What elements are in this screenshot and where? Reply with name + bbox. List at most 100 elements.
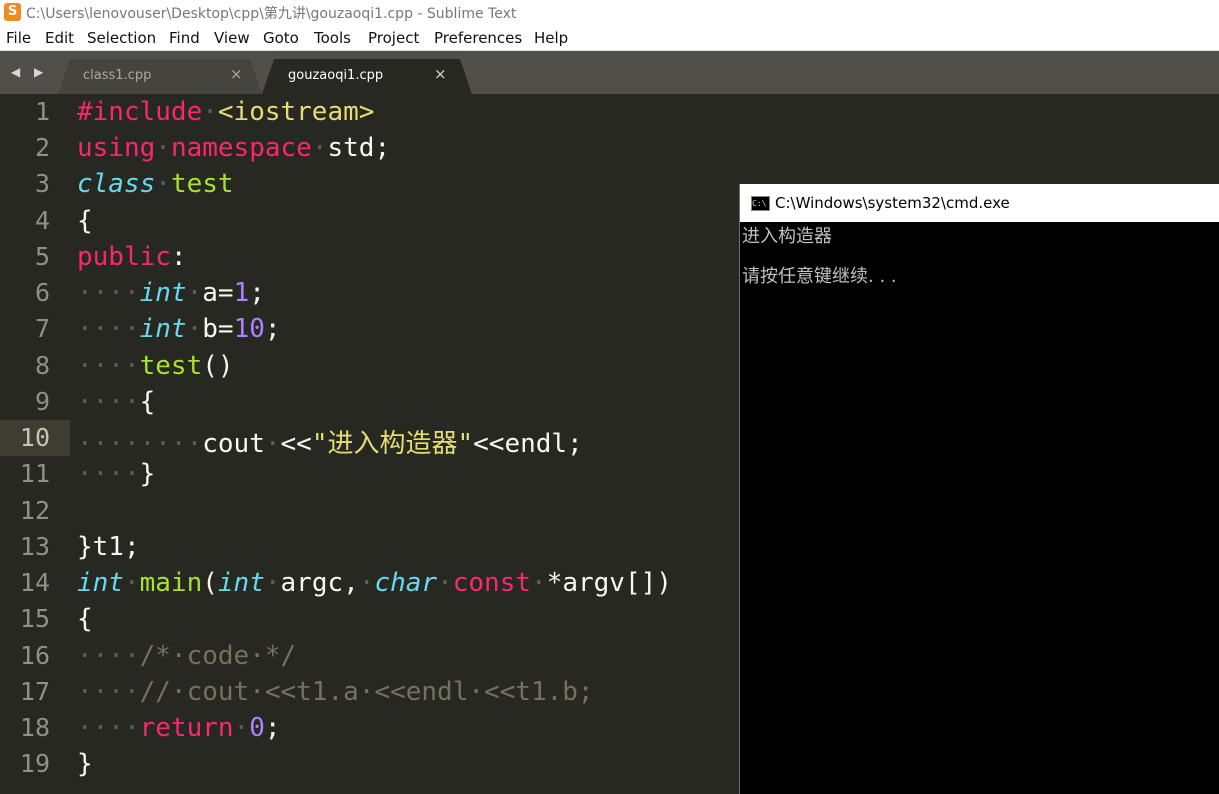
code-text: ········cout·<<"进入构造器"<<endl; <box>77 429 583 459</box>
terminal-icon: C:\ <box>751 196 770 211</box>
line-number: 14 <box>19 568 50 597</box>
gutter: 12 <box>0 493 70 529</box>
tab-nav-arrows-icon[interactable]: ◀ ▶ <box>11 65 48 79</box>
code-text: class·test <box>77 169 234 199</box>
menu-bar: File Edit Selection Find View Goto Tools… <box>0 25 1219 51</box>
gutter: 5 <box>0 239 70 275</box>
line-number: 16 <box>19 641 50 670</box>
code-line: 4 { <box>0 203 740 239</box>
code-text: int·main(int·argc,·char·const·*argv[]) <box>77 568 672 598</box>
sublime-text-icon: S <box>4 3 21 21</box>
menu-goto[interactable]: Goto <box>263 29 299 47</box>
code-text: using·namespace·std; <box>77 133 391 163</box>
line-number: 11 <box>19 459 50 488</box>
gutter: 3 <box>0 166 70 202</box>
code-line: 19 } <box>0 746 740 782</box>
gutter: 18 <box>0 710 70 746</box>
line-number: 9 <box>34 387 50 416</box>
menu-selection[interactable]: Selection <box>87 29 156 47</box>
line-number: 3 <box>34 169 50 198</box>
code-text: ····int·b=10; <box>77 314 281 344</box>
code-line: 17 ····//·cout·<<t1.a·<<endl·<<t1.b; <box>0 674 740 710</box>
line-number: 18 <box>19 713 50 742</box>
code-line: 13 }t1; <box>0 529 740 565</box>
tab-label: gouzaoqi1.cpp <box>288 68 384 83</box>
code-text: ····//·cout·<<t1.a·<<endl·<<t1.b; <box>77 677 594 707</box>
menu-view[interactable]: View <box>214 29 250 47</box>
line-number: 17 <box>19 677 50 706</box>
window-titlebar: S C:\Users\lenovouser\Desktop\cpp\第九讲\go… <box>0 0 1219 25</box>
code-text: ····} <box>77 459 156 489</box>
code-text: ····{ <box>77 387 156 417</box>
code-line: 15 { <box>0 601 740 637</box>
console-output-line: 请按任意键继续. . . <box>742 266 897 287</box>
menu-project[interactable]: Project <box>368 29 419 47</box>
code-text: public: <box>77 242 187 272</box>
close-icon[interactable]: × <box>230 65 243 83</box>
tab-bar: ◀ ▶ class1.cpp × gouzaoqi1.cpp × <box>0 51 1219 94</box>
menu-tools[interactable]: Tools <box>314 29 351 47</box>
menu-find[interactable]: Find <box>169 29 200 47</box>
gutter: 17 <box>0 674 70 710</box>
code-text: }t1; <box>77 532 140 562</box>
code-text: #include·<iostream> <box>77 97 375 127</box>
line-number: 7 <box>34 314 50 343</box>
code-text: { <box>77 604 93 634</box>
code-line: 7 ····int·b=10; <box>0 311 740 347</box>
code-line: 18 ····return·0; <box>0 710 740 746</box>
gutter: 15 <box>0 601 70 637</box>
close-icon[interactable]: × <box>434 65 447 83</box>
code-text: ····return·0; <box>77 713 281 743</box>
gutter: 19 <box>0 746 70 782</box>
code-line: 3 class·test <box>0 166 740 202</box>
console-output-line: 进入构造器 <box>742 226 832 247</box>
code-line: 9 ····{ <box>0 384 740 420</box>
code-line: 11 ····} <box>0 456 740 492</box>
line-number: 13 <box>19 532 50 561</box>
line-number: 1 <box>34 97 50 126</box>
gutter: 10 <box>0 420 70 456</box>
gutter: 7 <box>0 311 70 347</box>
gutter: 11 <box>0 456 70 492</box>
line-number: 4 <box>34 206 50 235</box>
console-window[interactable]: C:\ C:\Windows\system32\cmd.exe 进入构造器 请按… <box>739 184 1219 794</box>
gutter: 9 <box>0 384 70 420</box>
code-line: 8 ····test() <box>0 348 740 384</box>
menu-help[interactable]: Help <box>534 29 568 47</box>
code-text: } <box>77 749 93 779</box>
tab-label: class1.cpp <box>83 68 152 83</box>
gutter: 16 <box>0 638 70 674</box>
gutter: 2 <box>0 130 70 166</box>
tab-gouzaoqi1[interactable]: gouzaoqi1.cpp × <box>262 59 472 94</box>
code-line: 12 <box>0 493 740 529</box>
code-line: 1 #include·<iostream> <box>0 94 740 130</box>
line-number: 12 <box>19 496 50 525</box>
line-number: 8 <box>34 351 50 380</box>
gutter: 13 <box>0 529 70 565</box>
code-line: 6 ····int·a=1; <box>0 275 740 311</box>
line-number: 6 <box>34 278 50 307</box>
line-number: 2 <box>34 133 50 162</box>
code-line: 16 ····/*·code·*/ <box>0 638 740 674</box>
gutter: 8 <box>0 348 70 384</box>
tab-class1[interactable]: class1.cpp × <box>58 59 262 94</box>
menu-preferences[interactable]: Preferences <box>434 29 522 47</box>
menu-edit[interactable]: Edit <box>45 29 74 47</box>
code-text: ····/*·code·*/ <box>77 641 297 671</box>
line-number: 5 <box>34 242 50 271</box>
window-title: C:\Users\lenovouser\Desktop\cpp\第九讲\gouz… <box>26 6 517 22</box>
line-number: 19 <box>19 749 50 778</box>
code-text: ····int·a=1; <box>77 278 265 308</box>
gutter: 1 <box>0 94 70 130</box>
line-number: 15 <box>19 604 50 633</box>
console-titlebar[interactable]: C:\ C:\Windows\system32\cmd.exe <box>740 184 1219 222</box>
code-line: 5 public: <box>0 239 740 275</box>
gutter: 14 <box>0 565 70 601</box>
gutter: 4 <box>0 203 70 239</box>
code-line-current: 10 ········cout·<<"进入构造器"<<endl; <box>0 420 740 459</box>
code-text: { <box>77 206 93 236</box>
code-line: 14 int·main(int·argc,·char·const·*argv[]… <box>0 565 740 601</box>
code-text: ····test() <box>77 351 234 381</box>
menu-file[interactable]: File <box>6 29 31 47</box>
gutter: 6 <box>0 275 70 311</box>
